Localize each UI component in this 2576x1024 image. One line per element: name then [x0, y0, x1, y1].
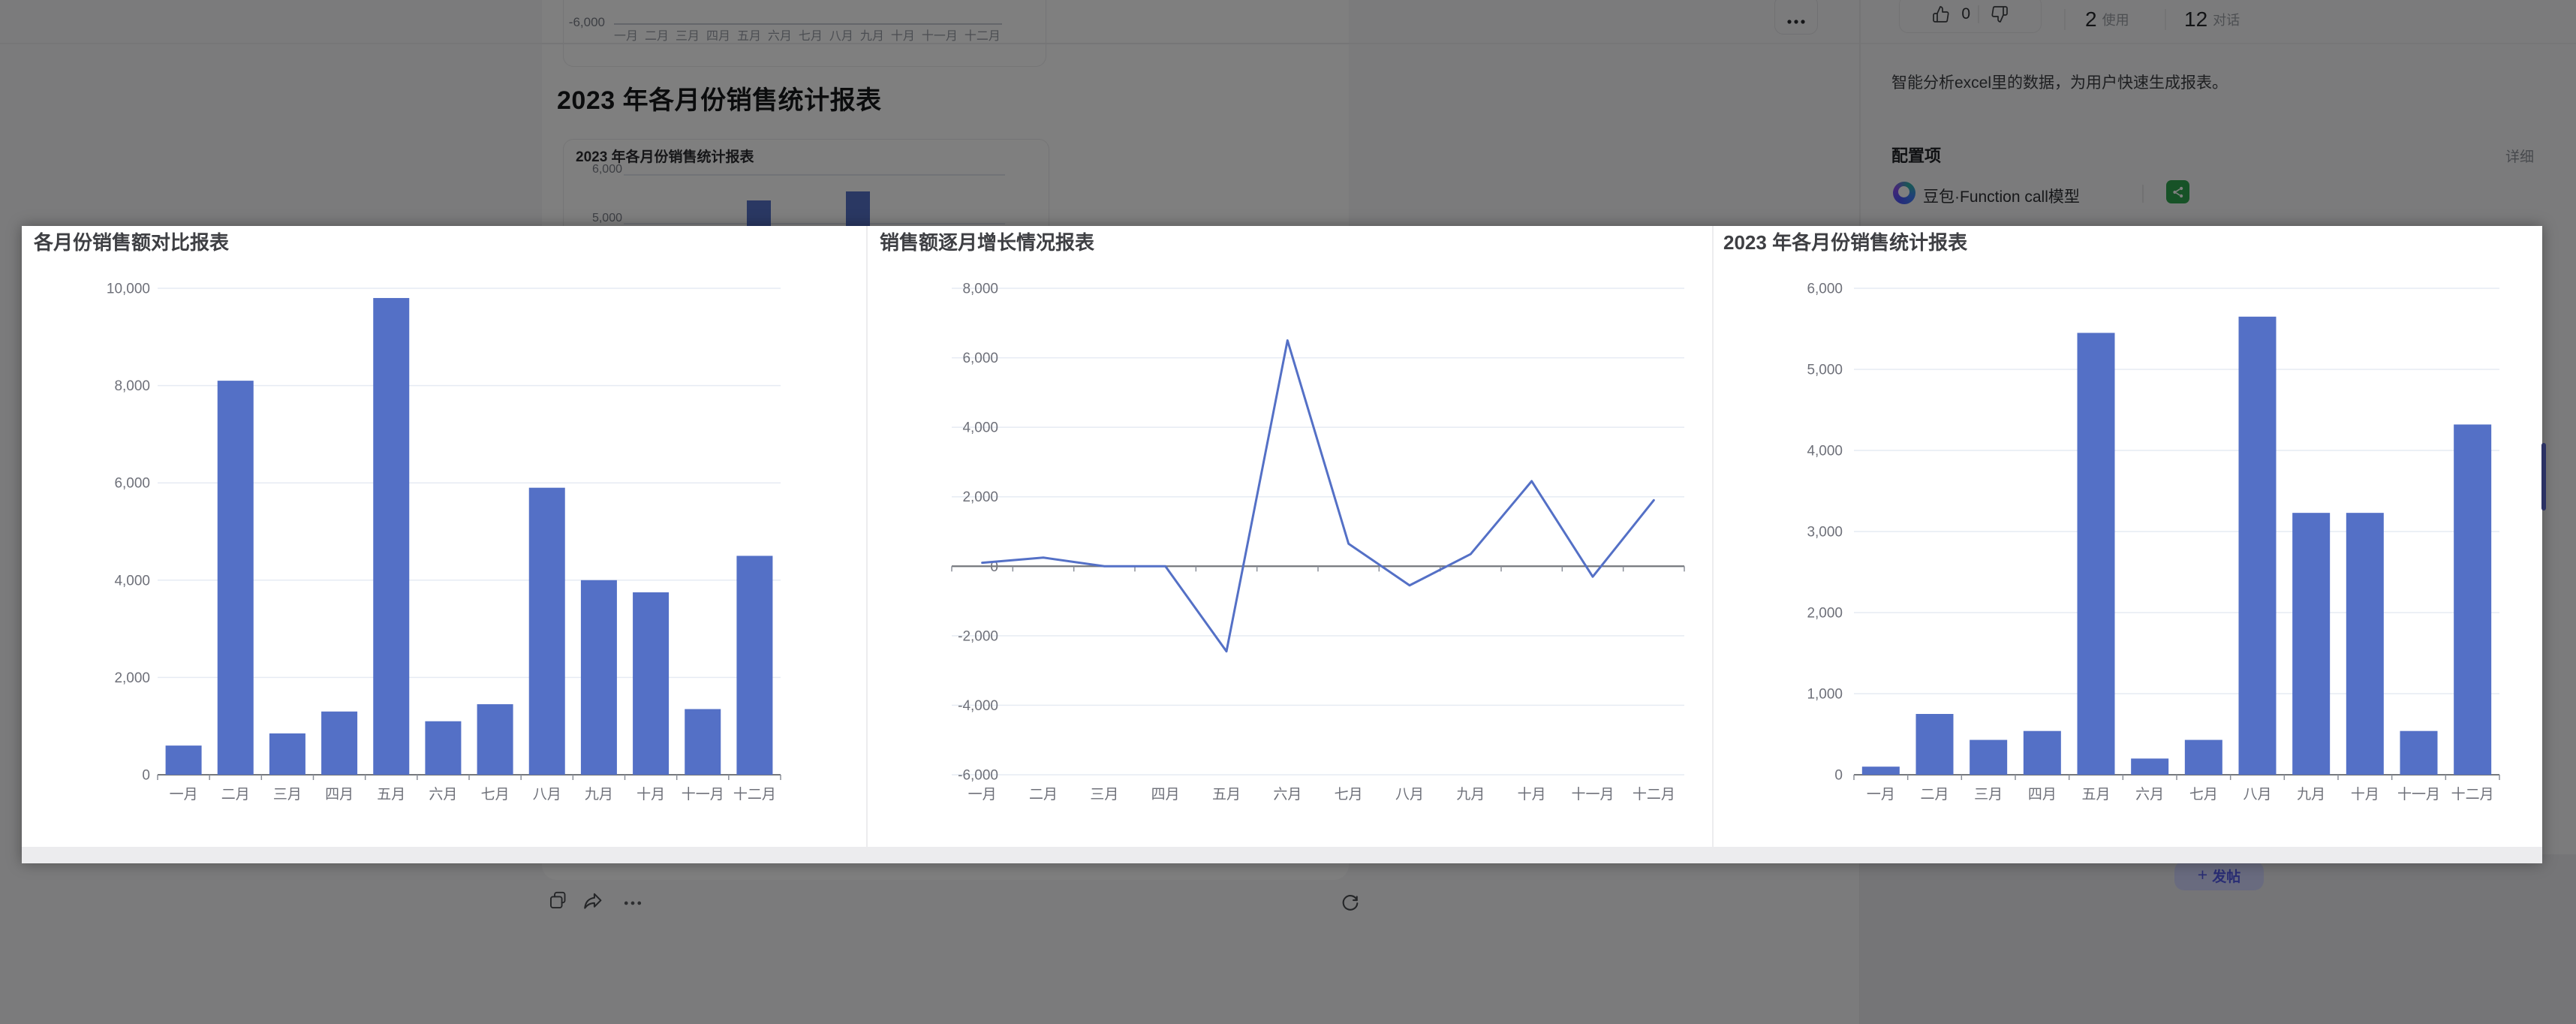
svg-text:五月: 五月: [1212, 787, 1241, 803]
line-chart-monthly-growth[interactable]: 销售额逐月增长情况报表 -6,000-4,000-2,00002,0004,00…: [866, 226, 1712, 847]
svg-text:四月: 四月: [1151, 787, 1180, 803]
screen: -6,000 一月二月三月四月五月六月七月八月九月十月十一月十二月 2023 年…: [0, 0, 2576, 1024]
svg-text:十一月: 十一月: [2397, 786, 2440, 803]
svg-text:-6,000: -6,000: [958, 768, 998, 784]
svg-text:三月: 三月: [1974, 787, 2003, 803]
svg-text:6,000: 6,000: [1807, 282, 1843, 297]
svg-text:2,000: 2,000: [1807, 606, 1843, 622]
svg-text:五月: 五月: [377, 787, 405, 803]
svg-text:十月: 十月: [636, 786, 665, 803]
scrollbar-thumb[interactable]: [2541, 443, 2546, 510]
svg-text:8,000: 8,000: [114, 378, 150, 394]
svg-text:三月: 三月: [1090, 787, 1118, 803]
chart-title: 销售额逐月增长情况报表: [880, 227, 1094, 255]
svg-text:-2,000: -2,000: [958, 628, 998, 644]
svg-text:3,000: 3,000: [1807, 525, 1843, 541]
svg-text:八月: 八月: [1395, 787, 1424, 803]
svg-text:4,000: 4,000: [1807, 444, 1843, 459]
svg-text:六月: 六月: [1273, 786, 1302, 803]
bar-chart-monthly-sales-comparison[interactable]: 各月份销售额对比报表 0 2,000 4,000 6,000 8,000 10,000 一月…: [22, 226, 866, 847]
svg-text:一月: 一月: [1867, 787, 1895, 803]
svg-text:七月: 七月: [481, 786, 510, 803]
svg-text:五月: 五月: [2081, 787, 2110, 803]
strip-scrollbar-track[interactable]: [22, 847, 2542, 863]
svg-text:0: 0: [142, 768, 150, 784]
svg-text:十月: 十月: [1518, 786, 1546, 803]
svg-text:2,000: 2,000: [114, 670, 150, 686]
svg-text:九月: 九月: [1456, 786, 1485, 803]
svg-text:-4,000: -4,000: [958, 698, 998, 714]
svg-text:十一月: 十一月: [682, 786, 724, 803]
bar-chart-2023-monthly-sales[interactable]: 2023 年各月份销售统计报表 0 1,000 2,000 3,000 4,000 5,0…: [1712, 226, 2542, 847]
svg-text:0: 0: [1834, 768, 1843, 784]
svg-text:十二月: 十二月: [1633, 786, 1675, 803]
svg-text:一月: 一月: [170, 787, 198, 803]
svg-text:二月: 二月: [1920, 787, 1949, 803]
svg-text:六月: 六月: [2135, 786, 2164, 803]
svg-text:九月: 九月: [585, 786, 613, 803]
svg-text:十二月: 十二月: [733, 786, 776, 803]
svg-text:6,000: 6,000: [114, 476, 150, 492]
svg-text:九月: 九月: [2297, 786, 2325, 803]
svg-text:八月: 八月: [2243, 787, 2271, 803]
chart-title: 各月份销售额对比报表: [34, 227, 229, 255]
chart-title: 2023 年各月份销售统计报表: [1723, 227, 1967, 255]
svg-text:八月: 八月: [533, 787, 561, 803]
svg-text:6,000: 6,000: [962, 351, 998, 366]
chart-preview-strip: 各月份销售额对比报表 0 2,000 4,000 6,000 8,000 10,000 一月…: [22, 226, 2542, 863]
svg-text:十月: 十月: [2351, 786, 2379, 803]
svg-text:一月: 一月: [968, 787, 997, 803]
svg-text:十二月: 十二月: [2451, 786, 2494, 803]
svg-text:4,000: 4,000: [962, 420, 998, 436]
svg-text:10,000: 10,000: [107, 282, 150, 297]
svg-text:六月: 六月: [429, 786, 457, 803]
svg-text:8,000: 8,000: [962, 282, 998, 297]
svg-text:四月: 四月: [2028, 787, 2057, 803]
svg-text:四月: 四月: [325, 787, 354, 803]
svg-text:十一月: 十一月: [1571, 786, 1614, 803]
svg-text:七月: 七月: [2189, 786, 2218, 803]
svg-text:二月: 二月: [1029, 787, 1058, 803]
svg-text:七月: 七月: [1335, 786, 1363, 803]
svg-text:4,000: 4,000: [114, 573, 150, 589]
svg-text:1,000: 1,000: [1807, 687, 1843, 703]
svg-text:三月: 三月: [273, 787, 302, 803]
svg-text:5,000: 5,000: [1807, 363, 1843, 378]
svg-text:2,000: 2,000: [962, 489, 998, 505]
svg-text:二月: 二月: [221, 787, 250, 803]
